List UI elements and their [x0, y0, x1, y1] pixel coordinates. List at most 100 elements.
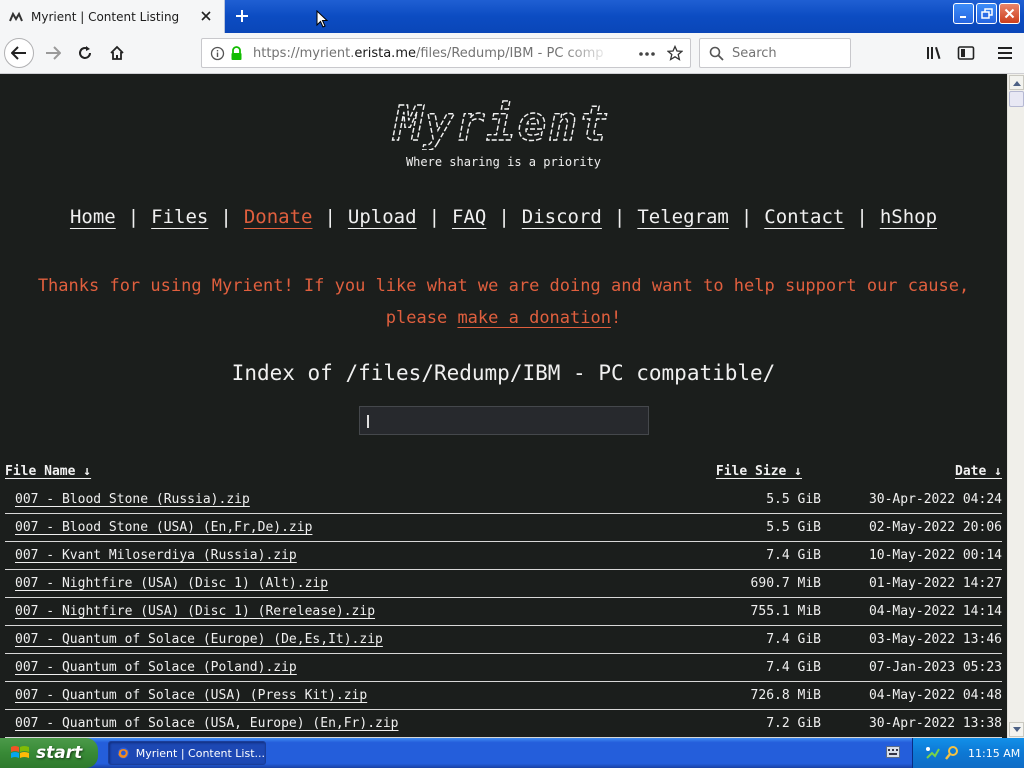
table-row: 007 - Nightfire (USA) (Disc 1) (Alt).zip…: [5, 570, 1002, 598]
new-tab-button[interactable]: [231, 5, 253, 27]
file-link[interactable]: 007 - Quantum of Solace (Poland).zip: [15, 660, 297, 675]
scroll-thumb[interactable]: [1009, 91, 1024, 107]
keyboard-icon[interactable]: [886, 746, 900, 758]
make-donation-link[interactable]: make a donation: [457, 308, 611, 328]
info-icon[interactable]: [210, 46, 225, 65]
page-actions-icon[interactable]: [638, 46, 656, 65]
file-size: 690.7 MiB: [750, 576, 821, 591]
browser-toolbar: https://myrient.erista.me/files/Redump/I…: [0, 33, 1024, 74]
firefox-icon: [117, 747, 129, 759]
bookmark-star-icon[interactable]: [666, 44, 684, 65]
table-row: 007 - Nightfire (USA) (Disc 1) (Rereleas…: [5, 598, 1002, 626]
file-date: 30-Apr-2022 04:24: [868, 492, 1002, 507]
site-nav: Home | Files | Donate | Upload | FAQ | Discord | Tel…: [0, 206, 1007, 228]
file-size: 7.4 GiB: [766, 548, 821, 563]
nav-faq-link[interactable]: FAQ: [452, 206, 486, 228]
sidebar-icon[interactable]: [951, 38, 981, 68]
nav-separator: |: [324, 206, 336, 228]
start-button[interactable]: start: [0, 738, 98, 768]
myrient-logo[interactable]: Myrient: [355, 98, 650, 150]
nav-discord-link[interactable]: Discord: [522, 206, 602, 228]
file-link[interactable]: 007 - Blood Stone (USA) (En,Fr,De).zip: [15, 520, 312, 535]
browser-tab-strip: Myrient | Content Listing: [0, 0, 1024, 33]
url-bar[interactable]: https://myrient.erista.me/files/Redump/I…: [201, 38, 691, 68]
lock-icon[interactable]: [230, 46, 243, 65]
table-row: 007 - Blood Stone (Russia).zip 5.5 GiB 3…: [5, 486, 1002, 514]
nav-hshop-link[interactable]: hShop: [880, 206, 937, 228]
close-window-button[interactable]: [999, 3, 1020, 24]
file-size: 7.2 GiB: [766, 716, 821, 731]
search-icon: [709, 46, 724, 65]
file-size: 7.4 GiB: [766, 660, 821, 675]
reload-button[interactable]: [70, 38, 100, 68]
browser-tab[interactable]: Myrient | Content Listing: [0, 0, 225, 33]
file-date: 03-May-2022 13:46: [868, 632, 1002, 647]
nav-files-link[interactable]: Files: [151, 206, 208, 228]
file-link[interactable]: 007 - Quantum of Solace (USA, Europe) (E…: [15, 716, 399, 731]
page-scrollbar[interactable]: [1007, 74, 1024, 738]
taskbar-window-label: Myrient | Content List...: [135, 746, 265, 760]
file-date: 30-Apr-2022 13:38: [868, 716, 1002, 731]
file-table: File Name ↓ File Size ↓ Date ↓ 007 - Blo…: [5, 464, 1002, 738]
file-date: 10-May-2022 00:14: [868, 548, 1002, 563]
svg-text:Myrient: Myrient: [392, 98, 610, 150]
scroll-down-arrow-icon[interactable]: [1009, 722, 1024, 737]
start-label: start: [36, 743, 83, 763]
file-date: 01-May-2022 14:27: [868, 576, 1002, 591]
column-file-size[interactable]: File Size ↓: [716, 464, 802, 479]
nav-upload-link[interactable]: Upload: [348, 206, 417, 228]
back-button[interactable]: [4, 38, 34, 68]
nav-separator: |: [220, 206, 232, 228]
file-link[interactable]: 007 - Nightfire (USA) (Disc 1) (Rereleas…: [15, 604, 375, 619]
minimize-button[interactable]: [953, 3, 974, 24]
restore-button[interactable]: [976, 3, 997, 24]
nav-separator: |: [127, 206, 140, 228]
forward-button[interactable]: [38, 38, 68, 68]
library-icon[interactable]: [919, 38, 949, 68]
taskbar-window-button[interactable]: Myrient | Content List...: [108, 741, 266, 765]
donate-message-end: !: [610, 308, 622, 328]
file-date: 04-May-2022 04:48: [868, 688, 1002, 703]
file-size: 755.1 MiB: [750, 604, 821, 619]
network-icon[interactable]: [925, 745, 941, 761]
table-header: File Name ↓ File Size ↓ Date ↓: [5, 464, 1002, 482]
tab-title: Myrient | Content Listing: [31, 9, 180, 24]
file-date: 07-Jan-2023 05:23: [868, 660, 1002, 675]
nav-home-link[interactable]: Home: [70, 206, 116, 228]
search-placeholder: Search: [732, 46, 777, 61]
tagline: Where sharing is a priority: [405, 155, 602, 169]
file-link[interactable]: 007 - Blood Stone (Russia).zip: [15, 492, 250, 507]
file-size: 726.8 MiB: [750, 688, 821, 703]
file-link[interactable]: 007 - Quantum of Solace (Europe) (De,Es,…: [15, 632, 383, 647]
table-row: 007 - Quantum of Solace (USA) (Press Kit…: [5, 682, 1002, 710]
page-title: Index of /files/Redump/IBM - PC compatib…: [231, 361, 776, 385]
nav-separator: |: [740, 206, 753, 228]
menu-icon[interactable]: [990, 38, 1020, 68]
windows-flag-icon: [11, 746, 29, 758]
nav-donate-link[interactable]: Donate: [244, 206, 313, 228]
file-size: 5.5 GiB: [766, 520, 821, 535]
taskbar: start Myrient | Content List... 11:15 AM: [0, 738, 1024, 768]
filter-input[interactable]: [359, 406, 649, 435]
column-date[interactable]: Date ↓: [955, 464, 1002, 479]
file-link[interactable]: 007 - Quantum of Solace (USA) (Press Kit…: [15, 688, 367, 703]
search-field[interactable]: Search: [699, 38, 851, 68]
search-tray-icon[interactable]: [944, 745, 960, 761]
scroll-up-arrow-icon[interactable]: [1009, 75, 1024, 90]
column-file-name[interactable]: File Name ↓: [5, 464, 91, 479]
table-row: 007 - Quantum of Solace (Europe) (De,Es,…: [5, 626, 1002, 654]
myrient-favicon-icon: [8, 9, 24, 25]
text-caret: [367, 415, 369, 428]
nav-contact-link[interactable]: Contact: [764, 206, 844, 228]
nav-separator: |: [498, 206, 510, 228]
home-button[interactable]: [102, 38, 132, 68]
close-tab-icon[interactable]: [198, 8, 214, 24]
clock: 11:15 AM: [968, 746, 1021, 760]
file-size: 5.5 GiB: [766, 492, 821, 507]
file-link[interactable]: 007 - Kvant Miloserdiya (Russia).zip: [15, 548, 297, 563]
nav-telegram-link[interactable]: Telegram: [637, 206, 729, 228]
nav-separator: |: [856, 206, 868, 228]
file-link[interactable]: 007 - Nightfire (USA) (Disc 1) (Alt).zip: [15, 576, 328, 591]
table-row: 007 - Kvant Miloserdiya (Russia).zip 7.4…: [5, 542, 1002, 570]
window-controls: [953, 3, 1020, 24]
